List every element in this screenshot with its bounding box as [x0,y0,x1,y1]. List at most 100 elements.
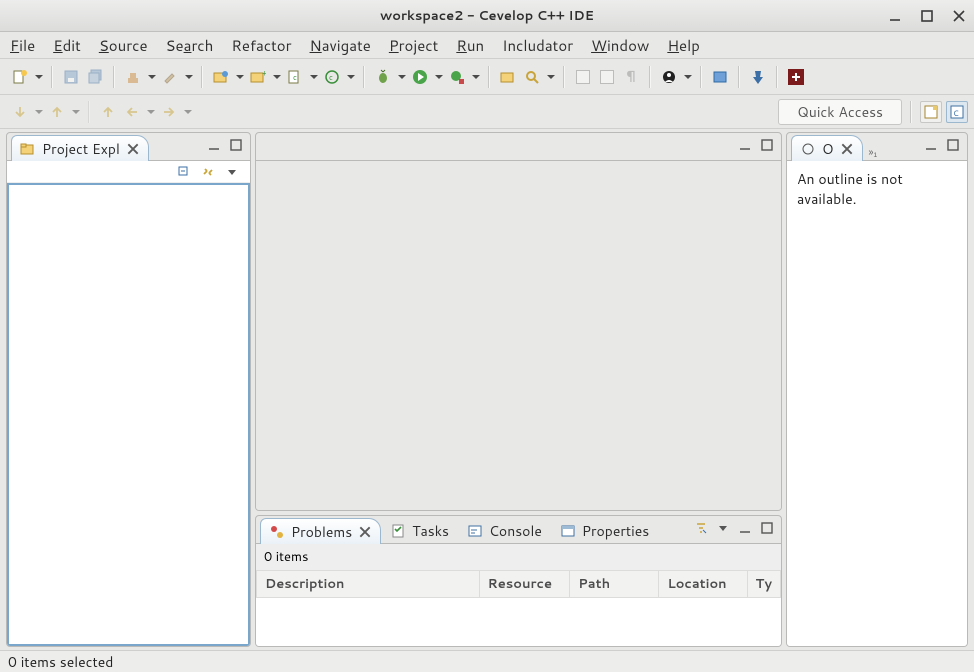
col-path[interactable]: Path [570,571,659,598]
pin-icon[interactable] [748,67,768,87]
problems-table[interactable]: Description Resource Path Location Ty [256,570,781,598]
menu-source[interactable]: Source [99,35,148,56]
outline-view: O »₁ An outline is not available. [786,132,968,647]
new-folder-dropdown[interactable] [272,67,281,87]
run-dropdown[interactable] [434,67,443,87]
close-icon[interactable] [126,142,140,156]
menu-refactor[interactable]: Refactor [231,35,291,56]
maximize-view-icon[interactable] [759,137,775,153]
new-class-icon[interactable]: c [322,67,342,87]
properties-tab[interactable]: Properties [551,517,658,543]
search-dropdown[interactable] [546,67,555,87]
col-resource[interactable]: Resource [479,571,570,598]
project-explorer-tab[interactable]: Project Expl [11,135,149,161]
minimize-view-icon[interactable] [923,137,939,153]
window-maximize-button[interactable] [920,9,934,23]
minimize-view-icon[interactable] [737,137,753,153]
col-type[interactable]: Ty [747,571,781,598]
new-source-icon[interactable]: c [285,67,305,87]
menu-run[interactable]: Run [456,35,484,56]
save-icon[interactable] [61,67,81,87]
profile-dropdown[interactable] [471,67,480,87]
tasks-tab-label: Tasks [412,521,449,541]
close-icon[interactable] [358,525,372,539]
menu-file[interactable]: File [10,35,35,56]
new-cproject-dropdown[interactable] [235,67,244,87]
new-source-dropdown[interactable] [309,67,318,87]
project-explorer-view: Project Expl [6,132,251,647]
hammer-icon[interactable] [160,67,180,87]
status-text: 0 items selected [8,652,113,672]
collapse-all-icon[interactable] [176,164,192,180]
nav-fwd-icon[interactable] [159,102,179,122]
problems-body[interactable] [256,598,781,646]
cpp-perspective-button[interactable]: C [946,101,968,123]
tasks-tab[interactable]: Tasks [381,517,458,543]
open-type-icon[interactable] [498,67,518,87]
quick-access-field[interactable]: Quick Access [778,99,902,125]
col-location[interactable]: Location [659,571,747,598]
menu-window[interactable]: Window [591,35,649,56]
close-icon[interactable] [840,142,854,156]
window-title: workspace2 - Cevelop C++ IDE [0,7,974,25]
new-class-dropdown[interactable] [346,67,355,87]
window-close-button[interactable] [952,9,966,23]
cevelop-icon[interactable] [786,67,806,87]
paragraph-icon[interactable]: ¶ [621,67,641,87]
run-icon[interactable] [410,67,430,87]
editor-body[interactable] [256,161,781,510]
new-cproject-icon[interactable] [211,67,231,87]
menu-search[interactable]: Search [166,35,214,56]
maximize-view-icon[interactable] [759,520,775,536]
view-menu-icon[interactable] [715,520,731,536]
menu-includator[interactable]: Includator [502,35,573,56]
nav-back-dropdown[interactable] [146,102,155,122]
menu-help[interactable]: Help [667,35,700,56]
menu-edit[interactable]: Edit [53,35,81,56]
overflow-tabs-icon[interactable]: »₁ [869,144,878,160]
problems-tab[interactable]: Problems [260,518,381,544]
minimize-view-icon[interactable] [206,137,222,153]
hammer-dropdown[interactable] [184,67,193,87]
search-icon[interactable] [522,67,542,87]
profile-icon[interactable] [447,67,467,87]
nav-up-icon[interactable] [47,102,67,122]
toggle-block-icon[interactable] [597,67,617,87]
outline-tab[interactable]: O [791,135,863,161]
new-folder-icon[interactable]: + [248,67,268,87]
nav-back-icon[interactable] [122,102,142,122]
project-explorer-tab-label: Project Expl [42,139,120,159]
console-tab[interactable]: Console [458,517,551,543]
nav-down-icon[interactable] [10,102,30,122]
user-dropdown[interactable] [683,67,692,87]
project-explorer-tree[interactable] [7,183,250,646]
user-icon[interactable] [659,67,679,87]
debug-dropdown[interactable] [397,67,406,87]
save-all-icon[interactable] [85,67,105,87]
window-minimize-button[interactable] [888,9,902,23]
menu-navigate[interactable]: Navigate [310,35,371,56]
window-titlebar: workspace2 - Cevelop C++ IDE [0,0,974,32]
debug-icon[interactable] [373,67,393,87]
bottom-panel: Problems Tasks Console Properties [255,515,782,647]
new-dropdown[interactable] [34,67,43,87]
task-icon[interactable] [710,67,730,87]
nav-last-icon[interactable] [98,102,118,122]
nav-fwd-dropdown[interactable] [183,102,192,122]
minimize-view-icon[interactable] [737,520,753,536]
build-dropdown[interactable] [147,67,156,87]
problems-tab-label: Problems [291,522,352,542]
link-editor-icon[interactable] [200,164,216,180]
menu-project[interactable]: Project [389,35,438,56]
toggle-mark-icon[interactable] [573,67,593,87]
maximize-view-icon[interactable] [945,137,961,153]
filter-icon[interactable] [693,520,709,536]
nav-up-dropdown[interactable] [71,102,80,122]
build-icon[interactable] [123,67,143,87]
nav-down-dropdown[interactable] [34,102,43,122]
maximize-view-icon[interactable] [228,137,244,153]
open-perspective-button[interactable] [920,101,942,123]
view-menu-icon[interactable] [224,164,240,180]
new-icon[interactable] [10,67,30,87]
col-description[interactable]: Description [257,571,480,598]
